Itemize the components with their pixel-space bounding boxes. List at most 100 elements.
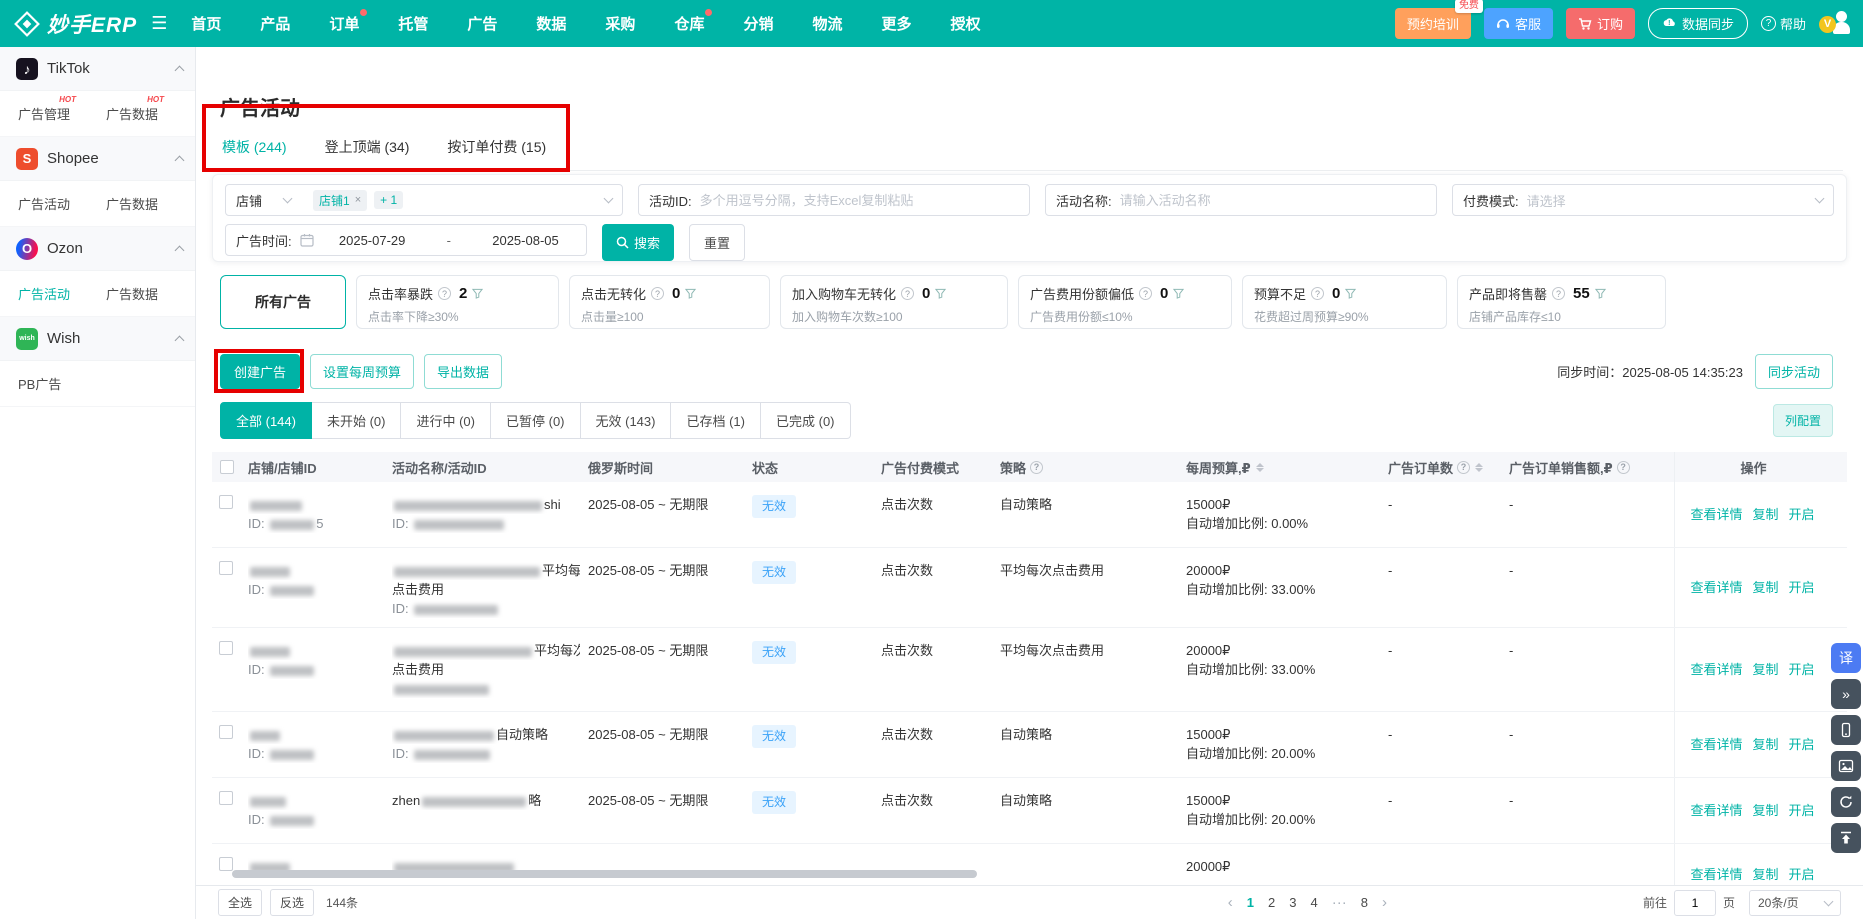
nav-item-托管[interactable]: 托管 bbox=[398, 13, 428, 34]
shop-more-tag[interactable]: + 1 bbox=[374, 191, 403, 209]
back-to-top-button[interactable] bbox=[1831, 823, 1861, 853]
shop-select[interactable]: 店铺 店铺1× + 1 bbox=[225, 184, 623, 216]
translate-button[interactable]: 译 bbox=[1831, 643, 1861, 673]
status-tab-进行中 (0)[interactable]: 进行中 (0) bbox=[401, 402, 491, 439]
page-3[interactable]: 3 bbox=[1289, 895, 1296, 910]
row-action-复制[interactable]: 复制 bbox=[1752, 505, 1778, 524]
page-size-select[interactable]: 20条/页 bbox=[1749, 890, 1841, 916]
goto-page-input[interactable] bbox=[1674, 890, 1716, 916]
stat-card-点击率暴跌[interactable]: 点击率暴跌?2 点击率下降≥30% bbox=[356, 275, 559, 329]
page-2[interactable]: 2 bbox=[1268, 895, 1275, 910]
nav-item-产品[interactable]: 产品 bbox=[260, 13, 290, 34]
funnel-icon[interactable] bbox=[1173, 288, 1184, 299]
row-action-查看详情[interactable]: 查看详情 bbox=[1690, 801, 1742, 820]
invert-select-button[interactable]: 反选 bbox=[270, 889, 314, 916]
stat-card-所有广告[interactable]: 所有广告 bbox=[220, 275, 346, 329]
row-action-复制[interactable]: 复制 bbox=[1752, 660, 1778, 679]
row-checkbox[interactable] bbox=[219, 725, 233, 739]
sort-icon[interactable] bbox=[1256, 459, 1264, 476]
next-page-button[interactable]: › bbox=[1382, 894, 1387, 911]
row-action-查看详情[interactable]: 查看详情 bbox=[1690, 865, 1742, 884]
funnel-icon[interactable] bbox=[935, 288, 946, 299]
sidebar-section-tiktok[interactable]: ♪ TikTok bbox=[0, 47, 195, 91]
user-avatar[interactable]: V bbox=[1819, 10, 1849, 38]
nav-item-广告[interactable]: 广告 bbox=[467, 13, 497, 34]
pay-mode-select[interactable]: 付费模式: 请选择 bbox=[1452, 184, 1834, 216]
row-action-开启[interactable]: 开启 bbox=[1789, 660, 1815, 679]
nav-item-物流[interactable]: 物流 bbox=[812, 13, 842, 34]
row-action-开启[interactable]: 开启 bbox=[1789, 578, 1815, 597]
nav-item-首页[interactable]: 首页 bbox=[191, 13, 221, 34]
column-header-广告订单数[interactable]: 广告订单数? bbox=[1388, 458, 1509, 477]
menu-toggle-icon[interactable]: ☰ bbox=[151, 13, 167, 34]
set-weekly-budget-button[interactable]: 设置每周预算 bbox=[310, 354, 414, 389]
training-button[interactable]: 预约培训 免费 bbox=[1395, 8, 1471, 39]
stat-card-广告费用份额偏低[interactable]: 广告费用份额偏低?0 广告费用份额≤10% bbox=[1018, 275, 1232, 329]
select-all-checkbox[interactable] bbox=[220, 460, 234, 474]
row-checkbox[interactable] bbox=[219, 561, 233, 575]
row-action-查看详情[interactable]: 查看详情 bbox=[1690, 578, 1742, 597]
purchase-button[interactable]: 订购 bbox=[1566, 8, 1635, 39]
ad-date-range[interactable]: 广告时间: 2025-07-29 - 2025-08-05 bbox=[225, 224, 587, 256]
row-action-查看详情[interactable]: 查看详情 bbox=[1690, 505, 1742, 524]
activity-name-input[interactable] bbox=[1118, 192, 1426, 209]
funnel-icon[interactable] bbox=[472, 288, 483, 299]
qrcode-button[interactable] bbox=[1831, 751, 1861, 781]
sync-activity-button[interactable]: 同步活动 bbox=[1755, 354, 1833, 389]
nav-item-仓库[interactable]: 仓库 bbox=[674, 13, 704, 34]
row-checkbox[interactable] bbox=[219, 641, 233, 655]
sidebar-item-广告数据[interactable]: 广告数据 bbox=[106, 284, 158, 303]
status-tab-已暂停 (0)[interactable]: 已暂停 (0) bbox=[491, 402, 581, 439]
search-button[interactable]: 搜索 bbox=[602, 224, 674, 261]
sidebar-item-广告活动[interactable]: 广告活动 bbox=[18, 284, 70, 303]
status-tab-全部 (144)[interactable]: 全部 (144) bbox=[220, 402, 312, 439]
row-checkbox[interactable] bbox=[219, 495, 233, 509]
mobile-button[interactable] bbox=[1831, 715, 1861, 745]
funnel-icon[interactable] bbox=[1595, 288, 1606, 299]
data-sync-button[interactable]: ! 数据同步 bbox=[1648, 8, 1748, 39]
customer-service-button[interactable]: 客服 bbox=[1484, 8, 1553, 39]
row-action-复制[interactable]: 复制 bbox=[1752, 735, 1778, 754]
nav-item-授权[interactable]: 授权 bbox=[951, 13, 981, 34]
row-action-开启[interactable]: 开启 bbox=[1789, 801, 1815, 820]
refresh-button[interactable] bbox=[1831, 787, 1861, 817]
row-action-开启[interactable]: 开启 bbox=[1789, 735, 1815, 754]
activity-id-input[interactable] bbox=[698, 192, 1019, 209]
status-tab-未开始 (0)[interactable]: 未开始 (0) bbox=[312, 402, 402, 439]
row-action-复制[interactable]: 复制 bbox=[1752, 801, 1778, 820]
sidebar-section-ozon[interactable]: O Ozon bbox=[0, 227, 195, 271]
prev-page-button[interactable]: ‹ bbox=[1228, 894, 1233, 911]
page-···[interactable]: ··· bbox=[1332, 894, 1347, 911]
column-header-每周预算,₽[interactable]: 每周预算,₽ bbox=[1186, 458, 1388, 477]
sidebar-section-shopee[interactable]: S Shopee bbox=[0, 137, 195, 181]
tab-模板 (244)[interactable]: 模板 (244) bbox=[222, 137, 287, 170]
nav-item-订单[interactable]: 订单 bbox=[329, 13, 359, 34]
funnel-icon[interactable] bbox=[685, 288, 696, 299]
column-config-button[interactable]: 列配置 bbox=[1773, 404, 1833, 437]
expand-button[interactable]: » bbox=[1831, 679, 1861, 709]
sidebar-item-PB广告[interactable]: PB广告 bbox=[18, 374, 61, 393]
stat-card-产品即将售罄[interactable]: 产品即将售罄?55 店铺产品库存≤10 bbox=[1457, 275, 1666, 329]
sidebar-item-广告数据[interactable]: 广告数据 bbox=[106, 194, 158, 213]
activity-name-field[interactable]: 活动名称: bbox=[1045, 184, 1437, 216]
row-checkbox[interactable] bbox=[219, 857, 233, 871]
tab-按订单付费 (15)[interactable]: 按订单付费 (15) bbox=[447, 137, 546, 170]
page-4[interactable]: 4 bbox=[1311, 895, 1318, 910]
remove-tag-icon[interactable]: × bbox=[355, 194, 361, 206]
status-tab-已完成 (0)[interactable]: 已完成 (0) bbox=[761, 402, 851, 439]
page-8[interactable]: 8 bbox=[1361, 895, 1368, 910]
nav-item-数据[interactable]: 数据 bbox=[536, 13, 566, 34]
horizontal-scrollbar[interactable] bbox=[232, 870, 977, 878]
shop-tag[interactable]: 店铺1× bbox=[313, 190, 367, 211]
date-start[interactable]: 2025-07-29 bbox=[322, 233, 423, 248]
row-action-复制[interactable]: 复制 bbox=[1752, 578, 1778, 597]
row-checkbox[interactable] bbox=[219, 791, 233, 805]
status-tab-无效 (143)[interactable]: 无效 (143) bbox=[581, 402, 672, 439]
date-end[interactable]: 2025-08-05 bbox=[475, 233, 576, 248]
row-action-开启[interactable]: 开启 bbox=[1789, 865, 1815, 884]
funnel-icon[interactable] bbox=[1345, 288, 1356, 299]
sidebar-item-广告活动[interactable]: 广告活动 bbox=[18, 194, 70, 213]
select-all-button[interactable]: 全选 bbox=[218, 889, 262, 916]
app-logo[interactable]: 妙手ERP bbox=[14, 9, 137, 39]
export-data-button[interactable]: 导出数据 bbox=[424, 354, 502, 389]
